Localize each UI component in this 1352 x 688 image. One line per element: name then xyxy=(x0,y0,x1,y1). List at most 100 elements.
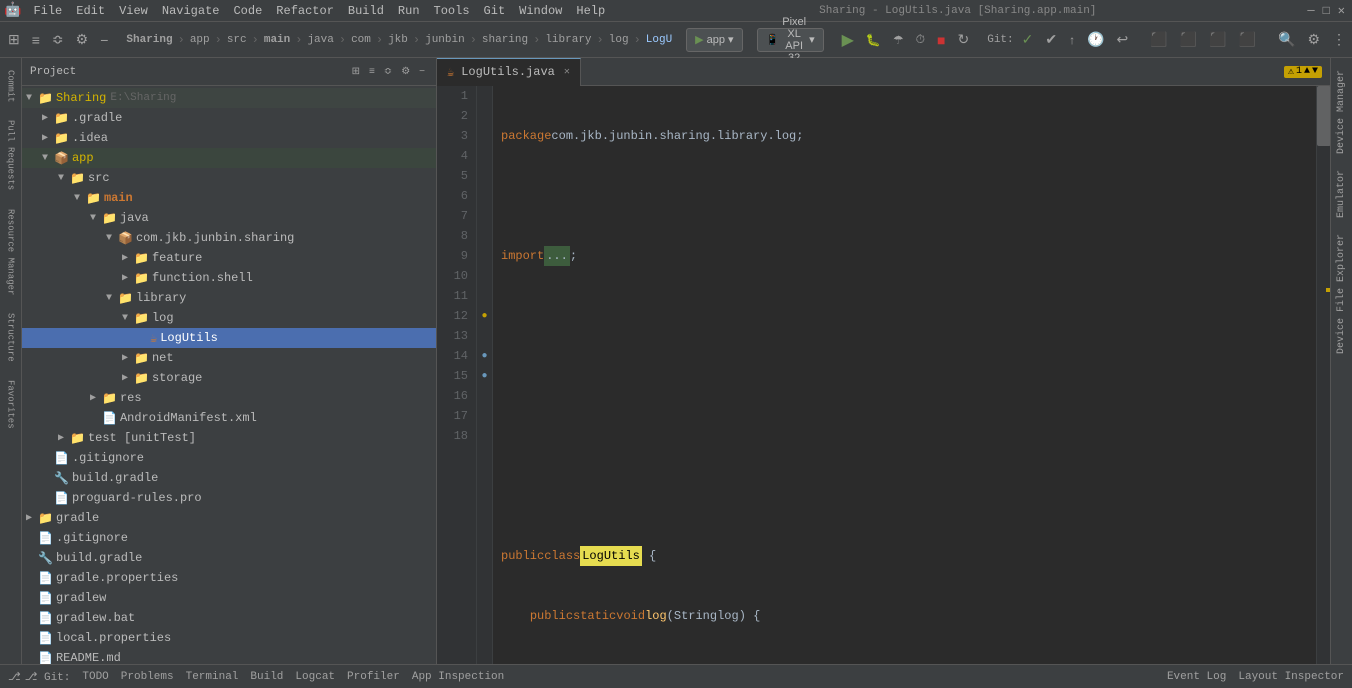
pull-requests-tab[interactable]: Pull Requests xyxy=(1,112,21,198)
breadcrumb-sharing[interactable]: Sharing xyxy=(126,34,172,46)
tree-app-dir[interactable]: ▼ 📦 app xyxy=(22,148,436,168)
git-push-button[interactable]: ↑ xyxy=(1065,28,1079,52)
tree-sharing-root[interactable]: ▼ 📁 Sharing E:\Sharing xyxy=(22,88,436,108)
tree-gradle-dir[interactable]: ▶ 📁 .gradle xyxy=(22,108,436,128)
gutter-warning-12[interactable]: ● xyxy=(477,306,492,326)
tree-idea-dir[interactable]: ▶ 📁 .idea xyxy=(22,128,436,148)
breadcrumb-logu[interactable]: LogU xyxy=(646,34,672,46)
tree-gitignore-root[interactable]: 📄 .gitignore xyxy=(22,528,436,548)
scroll-thumb[interactable] xyxy=(1317,86,1330,146)
tree-readme[interactable]: 📄 README.md xyxy=(22,648,436,664)
menu-file[interactable]: File xyxy=(27,2,68,20)
tree-res-dir[interactable]: ▶ 📁 res xyxy=(22,388,436,408)
sync-button[interactable]: ↻ xyxy=(953,28,973,52)
run-config-dropdown[interactable]: ▶ app ▾ xyxy=(686,28,742,52)
todo-tab[interactable]: TODO xyxy=(82,671,108,683)
tree-logutils-file[interactable]: ☕ LogUtils xyxy=(22,328,436,348)
tree-proguard-file[interactable]: 📄 proguard-rules.pro xyxy=(22,488,436,508)
debug-button[interactable]: 🐛 xyxy=(862,28,885,52)
right-scrollbar[interactable] xyxy=(1316,86,1330,664)
warning-up-arrow[interactable]: ▲ xyxy=(1304,66,1310,77)
tree-minimize-btn[interactable]: − xyxy=(416,63,428,81)
tree-config-btn[interactable]: ⚙ xyxy=(398,63,413,81)
tree-gradle-root[interactable]: ▶ 📁 gradle xyxy=(22,508,436,528)
tab-logutils[interactable]: ☕ LogUtils.java ✕ xyxy=(437,58,581,86)
tree-gitignore-app[interactable]: 📄 .gitignore xyxy=(22,448,436,468)
settings-icon[interactable]: ⚙ xyxy=(72,28,93,52)
menu-window[interactable]: Window xyxy=(513,2,568,20)
terminal-tab[interactable]: Terminal xyxy=(186,671,239,683)
maximize-btn[interactable]: □ xyxy=(1323,4,1330,18)
warning-down-arrow[interactable]: ▼ xyxy=(1312,66,1318,77)
app-inspection-tab[interactable]: App Inspection xyxy=(412,671,504,683)
device-selector[interactable]: 📱 Pixel XL API 32 ▾ xyxy=(757,28,824,52)
git-check-button[interactable]: ✓ xyxy=(1018,28,1038,52)
tree-src-dir[interactable]: ▼ 📁 src xyxy=(22,168,436,188)
more-button-4[interactable]: ⬛ xyxy=(1235,28,1260,52)
breadcrumb-main[interactable]: main xyxy=(264,34,290,46)
tree-main-dir[interactable]: ▼ 📁 main xyxy=(22,188,436,208)
tree-storage-dir[interactable]: ▶ 📁 storage xyxy=(22,368,436,388)
align-icon[interactable]: ≡ xyxy=(28,28,44,52)
minimize-btn[interactable]: ─ xyxy=(1307,4,1314,18)
favorites-tab[interactable]: Favorites xyxy=(1,372,21,437)
more-button-2[interactable]: ⬛ xyxy=(1176,28,1201,52)
menu-help[interactable]: Help xyxy=(570,2,611,20)
tree-gradlew[interactable]: 📄 gradlew xyxy=(22,588,436,608)
tree-gradlew-bat[interactable]: 📄 gradlew.bat xyxy=(22,608,436,628)
resource-manager-tab[interactable]: Resource Manager xyxy=(1,201,21,303)
menu-git[interactable]: Git xyxy=(478,2,512,20)
coverage-button[interactable]: ☂ xyxy=(889,28,908,52)
tree-build-gradle-app[interactable]: 🔧 build.gradle xyxy=(22,468,436,488)
breadcrumb-com[interactable]: com xyxy=(351,34,371,46)
device-file-explorer-tab[interactable]: Device File Explorer xyxy=(1334,226,1349,362)
breadcrumb-app[interactable]: app xyxy=(190,34,210,46)
stop-button[interactable]: ■ xyxy=(933,28,949,52)
logcat-tab[interactable]: Logcat xyxy=(295,671,335,683)
menu-tools[interactable]: Tools xyxy=(428,2,476,20)
menu-navigate[interactable]: Navigate xyxy=(156,2,226,20)
tree-java-dir[interactable]: ▼ 📁 java xyxy=(22,208,436,228)
tree-log-dir[interactable]: ▼ 📁 log xyxy=(22,308,436,328)
menu-build[interactable]: Build xyxy=(342,2,390,20)
device-manager-tab[interactable]: Device Manager xyxy=(1334,62,1349,162)
menu-refactor[interactable]: Refactor xyxy=(270,2,340,20)
breadcrumb-src[interactable]: src xyxy=(227,34,247,46)
breadcrumb-log[interactable]: log xyxy=(609,34,629,46)
more-button-3[interactable]: ⬛ xyxy=(1205,28,1230,52)
menu-code[interactable]: Code xyxy=(227,2,268,20)
project-icon[interactable]: ⊞ xyxy=(4,28,24,52)
profile-button[interactable]: ⏱ xyxy=(912,28,929,52)
tree-net-dir[interactable]: ▶ 📁 net xyxy=(22,348,436,368)
git-history-button[interactable]: 🕐 xyxy=(1083,28,1108,52)
tab-close-logutils[interactable]: ✕ xyxy=(564,66,570,78)
tree-library-dir[interactable]: ▼ 📁 library xyxy=(22,288,436,308)
emulator-tab[interactable]: Emulator xyxy=(1334,162,1349,226)
event-log-tab[interactable]: Event Log xyxy=(1167,671,1226,683)
profiler-tab[interactable]: Profiler xyxy=(347,671,400,683)
filter-icon[interactable]: ≎ xyxy=(48,28,68,52)
tree-function-shell-dir[interactable]: ▶ 📁 function.shell xyxy=(22,268,436,288)
commit-tab[interactable]: Commit xyxy=(1,62,21,110)
menu-view[interactable]: View xyxy=(113,2,154,20)
search-everywhere-button[interactable]: 🔍 xyxy=(1274,28,1299,52)
git-rollback-button[interactable]: ↩ xyxy=(1113,28,1133,52)
breadcrumb-java[interactable]: java xyxy=(307,34,333,46)
breadcrumb-sharing2[interactable]: sharing xyxy=(482,34,528,46)
tree-gradle-props[interactable]: 📄 gradle.properties xyxy=(22,568,436,588)
settings-main-button[interactable]: ⚙ xyxy=(1303,28,1324,52)
tree-settings-btn[interactable]: ⊞ xyxy=(349,63,363,81)
tree-collapse-btn[interactable]: ≎ xyxy=(381,63,395,81)
structure-tab[interactable]: Structure xyxy=(1,305,21,370)
tree-test-dir[interactable]: ▶ 📁 test [unitTest] xyxy=(22,428,436,448)
git-checkmark-button[interactable]: ✔ xyxy=(1041,28,1061,52)
menu-edit[interactable]: Edit xyxy=(70,2,111,20)
layout-inspector-tab[interactable]: Layout Inspector xyxy=(1238,671,1344,683)
breadcrumb-junbin[interactable]: junbin xyxy=(425,34,465,46)
problems-tab[interactable]: Problems xyxy=(121,671,174,683)
menu-run[interactable]: Run xyxy=(392,2,426,20)
breadcrumb-library[interactable]: library xyxy=(545,34,591,46)
run-button[interactable]: ▶ xyxy=(838,28,858,52)
breadcrumb-jkb[interactable]: jkb xyxy=(388,34,408,46)
close-btn[interactable]: ✕ xyxy=(1338,3,1345,18)
